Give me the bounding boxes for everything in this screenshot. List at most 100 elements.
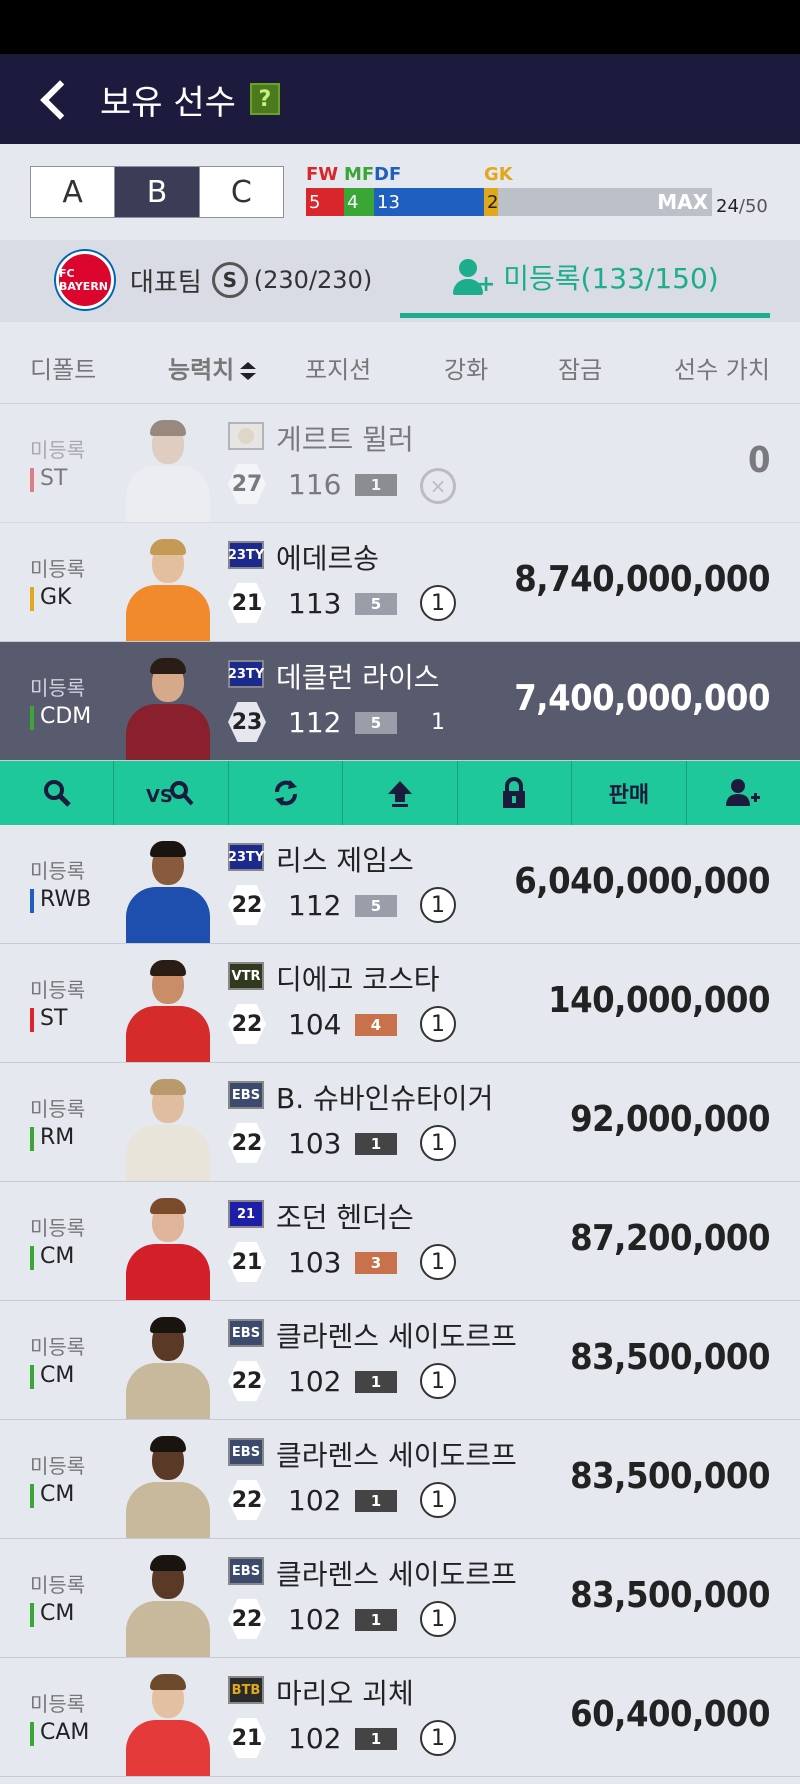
season-badge: 21: [228, 1200, 264, 1228]
sort-default[interactable]: 디폴트: [30, 350, 96, 385]
player-position: ST: [30, 466, 67, 492]
mf-segment: 4: [344, 188, 374, 216]
player-position: CM: [30, 1482, 74, 1508]
grade-badge: 1: [355, 1728, 397, 1750]
sort-position[interactable]: 포지션: [305, 350, 371, 385]
player-status: 미등록: [30, 1097, 86, 1121]
add-person-icon: [726, 779, 761, 806]
player-age: 22: [228, 1123, 266, 1163]
fw-label: FW: [306, 164, 339, 185]
unregistered-tab-label: 미등록(133/150): [503, 261, 719, 295]
squad-tab-a[interactable]: A: [31, 167, 116, 217]
grade-badge: 1: [355, 474, 397, 496]
player-row[interactable]: 미등록 RM EBS B. 슈바인슈타이거 22 103 1 1 92,000,…: [0, 1063, 800, 1182]
player-avatar: [120, 1194, 216, 1300]
player-status: 미등록: [30, 1335, 86, 1359]
player-age: 21: [228, 1242, 266, 1282]
team-tabs: FC BAYERN 대표팀 S (230/230) + 미등록(133/150): [0, 240, 800, 322]
player-row[interactable]: 미등록 GK 23TY 에데르송 21 113 5 1 8,740,000,00…: [0, 523, 800, 642]
player-row[interactable]: 미등록 CM EBS 클라렌스 세이도르프 22 102 1 1 83,500,…: [0, 1301, 800, 1420]
help-icon[interactable]: ?: [249, 83, 280, 115]
player-value: 6,040,000,000: [514, 861, 770, 902]
sort-bar: 디폴트 능력치 포지션 강화 잠금 선수 가치: [0, 322, 800, 404]
icon-season-icon: [238, 428, 254, 444]
enhance-badge: 1: [420, 1244, 456, 1280]
player-position: CM: [30, 1363, 74, 1389]
sort-value[interactable]: 선수 가치: [674, 350, 770, 385]
player-age: 22: [228, 1480, 266, 1520]
sell-button[interactable]: 판매: [572, 761, 687, 825]
player-row[interactable]: 미등록 CM EBS 클라렌스 세이도르프 22 102 1 1 83,500,…: [0, 1539, 800, 1658]
tab-unregistered[interactable]: + 미등록(133/150): [400, 240, 770, 318]
player-row-selected[interactable]: 미등록 CDM 23TY 데클런 라이스 23 112 5 1 7,400,00…: [0, 642, 800, 761]
swap-button[interactable]: [229, 761, 344, 825]
sort-ability[interactable]: 능력치: [168, 350, 258, 385]
grade-badge: 1: [355, 1490, 397, 1512]
player-position: CAM: [30, 1720, 89, 1746]
player-position: ST: [30, 1006, 67, 1032]
sort-arrows-icon: [240, 362, 257, 380]
player-status: 미등록: [30, 557, 86, 581]
compare-button[interactable]: VS: [114, 761, 229, 825]
player-name: 마리오 괴체: [276, 1677, 414, 1710]
squad-summary: A B C FW MF DF GK 5 4 13 2 MAX 24/50: [0, 144, 800, 240]
player-name: 에데르송: [276, 542, 380, 575]
player-name: 클라렌스 세이도르프: [276, 1439, 517, 1472]
search-icon: [43, 780, 71, 807]
player-status: 미등록: [30, 1692, 86, 1716]
upgrade-button[interactable]: [343, 761, 458, 825]
season-badge: [228, 422, 264, 450]
player-row[interactable]: 미등록 ST 게르트 뮐러 27 116 1 × 0: [0, 404, 800, 523]
player-ovr: 103: [288, 1127, 342, 1160]
player-position: RM: [30, 1125, 74, 1151]
grade-badge: 1: [355, 1609, 397, 1631]
player-row[interactable]: 미등록 CM 21 조던 헨더슨 21 103 3 1 87,200,000: [0, 1182, 800, 1301]
player-ovr: 116: [288, 468, 342, 501]
player-row[interactable]: 미등록 RWB 23TY 리스 제임스 22 112 5 1 6,040,000…: [0, 825, 800, 944]
player-action-bar: VS 판매: [0, 761, 800, 825]
gk-label: GK: [484, 164, 513, 185]
season-badge: EBS: [228, 1438, 264, 1466]
player-value: 83,500,000: [570, 1337, 770, 1378]
player-value: 87,200,000: [570, 1218, 770, 1259]
player-name: 조던 헨더슨: [276, 1201, 414, 1234]
vs-search-icon: VS: [146, 781, 194, 807]
grade-badge: 1: [355, 1371, 397, 1393]
player-name: B. 슈바인슈타이거: [276, 1082, 494, 1115]
tab-main-team[interactable]: FC BAYERN 대표팀 S (230/230): [56, 250, 372, 310]
search-button[interactable]: [0, 761, 115, 825]
back-arrow-icon[interactable]: [34, 81, 70, 117]
player-row[interactable]: 미등록 CAM BTB 마리오 괴체 21 102 1 1 60,400,000: [0, 1658, 800, 1777]
position-bar: 5 4 13 2 MAX: [306, 188, 712, 216]
squad-tab-b[interactable]: B: [115, 167, 200, 217]
player-ovr: 104: [288, 1008, 342, 1041]
player-status: 미등록: [30, 1454, 86, 1478]
grade-badge: 5: [355, 593, 397, 615]
player-age: 22: [228, 885, 266, 925]
sort-enhance[interactable]: 강화: [444, 350, 488, 385]
season-badge: 23TY: [228, 843, 264, 871]
player-name: 클라렌스 세이도르프: [276, 1558, 517, 1591]
player-status: 미등록: [30, 1216, 86, 1240]
player-avatar: [120, 1075, 216, 1181]
season-badge: EBS: [228, 1081, 264, 1109]
player-name: 리스 제임스: [276, 844, 414, 877]
squad-tab-c[interactable]: C: [199, 167, 283, 217]
lock-button[interactable]: [458, 761, 573, 825]
grade-badge: 5: [355, 712, 397, 734]
page-title: 보유 선수: [100, 82, 236, 123]
enhance-badge: 1: [420, 1720, 456, 1756]
register-button[interactable]: [687, 761, 800, 825]
sort-lock[interactable]: 잠금: [558, 350, 602, 385]
enhance-badge: 1: [420, 585, 456, 621]
grade-badge: 3: [355, 1252, 397, 1274]
player-status: 미등록: [30, 859, 86, 883]
player-count-total: /50: [738, 196, 768, 217]
player-row[interactable]: 미등록 ST VTR 디에고 코스타 22 104 4 1 140,000,00…: [0, 944, 800, 1063]
player-age: 27: [228, 464, 266, 504]
player-value: 140,000,000: [548, 980, 770, 1021]
player-age: 22: [228, 1004, 266, 1044]
player-row[interactable]: 미등록 CM EBS 클라렌스 세이도르프 22 102 1 1 83,500,…: [0, 1420, 800, 1539]
player-avatar: [120, 1551, 216, 1657]
status-bar: [0, 0, 800, 54]
